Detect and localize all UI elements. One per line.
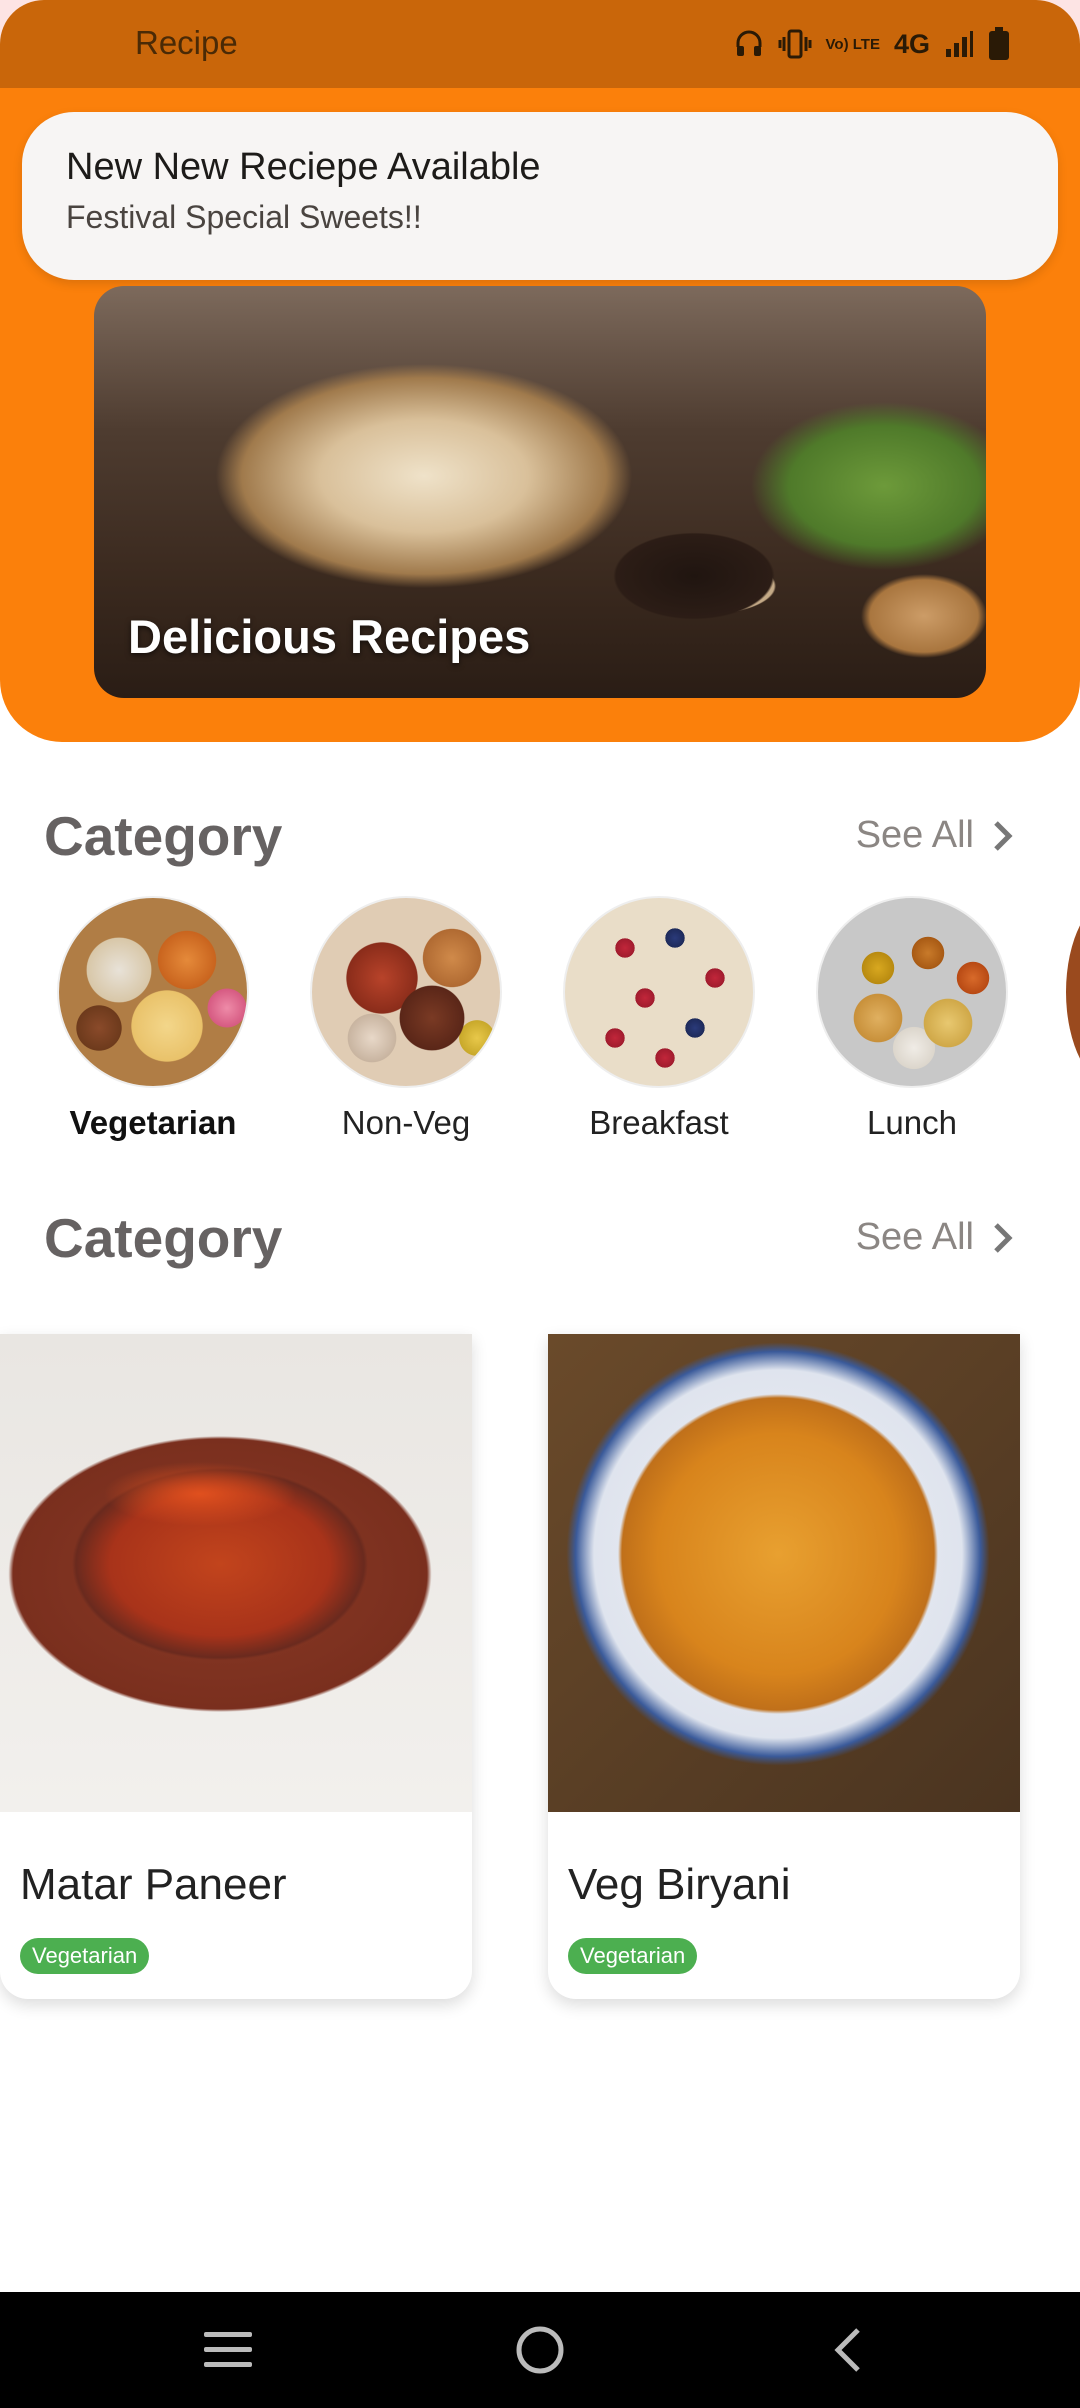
recipe-card[interactable]: Matar Paneer Vegetarian [0, 1334, 472, 1999]
hero-title: Delicious Recipes [128, 610, 531, 663]
see-all-button[interactable]: See All [856, 814, 1014, 857]
recipe-title: Matar Paneer [20, 1860, 287, 1909]
chevron-right-icon [994, 1222, 1013, 1253]
battery-icon [988, 24, 1010, 64]
category-item-non-veg[interactable]: Non-Veg [306, 896, 506, 1142]
notification-card[interactable]: New New Reciepe Available Festival Speci… [22, 112, 1058, 280]
recipe-image [0, 1334, 472, 1812]
category-section-header: Category See All [44, 800, 1036, 870]
screen: Recipe Vo) LTE 4G New New Reciepe Availa… [0, 0, 1080, 2408]
4g-icon: 4G [893, 28, 930, 59]
category-item-vegetarian[interactable]: Vegetarian [53, 896, 253, 1142]
recipe-title: Veg Biryani [568, 1860, 791, 1909]
category-image [57, 896, 249, 1088]
notification-title: New New Reciepe Available [66, 146, 541, 188]
category-image [310, 896, 502, 1088]
see-all-label: See All [855, 1216, 974, 1258]
category-image [563, 896, 755, 1088]
category-label: Vegetarian [69, 1104, 237, 1141]
recipe-section-header: Category See All [44, 1202, 1036, 1272]
status-icons: Vo) LTE 4G [734, 24, 1010, 64]
category-image [816, 896, 1008, 1088]
category-item-lunch[interactable]: Lunch [812, 896, 1012, 1142]
section-title: Category [44, 1207, 283, 1269]
hero-image[interactable]: Delicious Recipes [94, 286, 986, 698]
app-title: Recipe [135, 24, 238, 61]
category-item-breakfast[interactable]: Breakfast [559, 896, 759, 1142]
category-label: Breakfast [589, 1104, 729, 1141]
volte-icon: Vo) LTE [825, 35, 880, 53]
vibrate-icon [778, 24, 812, 64]
navigation-bar [0, 2292, 1080, 2408]
category-item-partial[interactable] [1066, 896, 1080, 1088]
recipe-card[interactable]: Veg Biryani Vegetarian [548, 1334, 1020, 1999]
category-label: Non-Veg [341, 1104, 471, 1141]
see-all-label: See All [855, 814, 974, 856]
category-list: Vegetarian Non-Veg Breakfast Lunch [0, 896, 1080, 1146]
signal-icon [944, 24, 974, 64]
chevron-right-icon [994, 820, 1013, 851]
recipe-tag: Vegetarian [20, 1938, 150, 1974]
recipe-tag: Vegetarian [568, 1938, 698, 1974]
see-all-button[interactable]: See All [856, 1216, 1014, 1259]
home-icon[interactable] [510, 2320, 570, 2380]
menu-icon[interactable] [198, 2320, 258, 2380]
back-icon[interactable] [818, 2320, 878, 2380]
notification-body: Festival Special Sweets!! [66, 199, 422, 235]
recipe-image [548, 1334, 1020, 1812]
section-title: Category [44, 805, 283, 867]
status-bar: Recipe Vo) LTE 4G [0, 0, 1080, 88]
headphones-icon [734, 24, 764, 64]
category-label: Lunch [867, 1104, 957, 1141]
